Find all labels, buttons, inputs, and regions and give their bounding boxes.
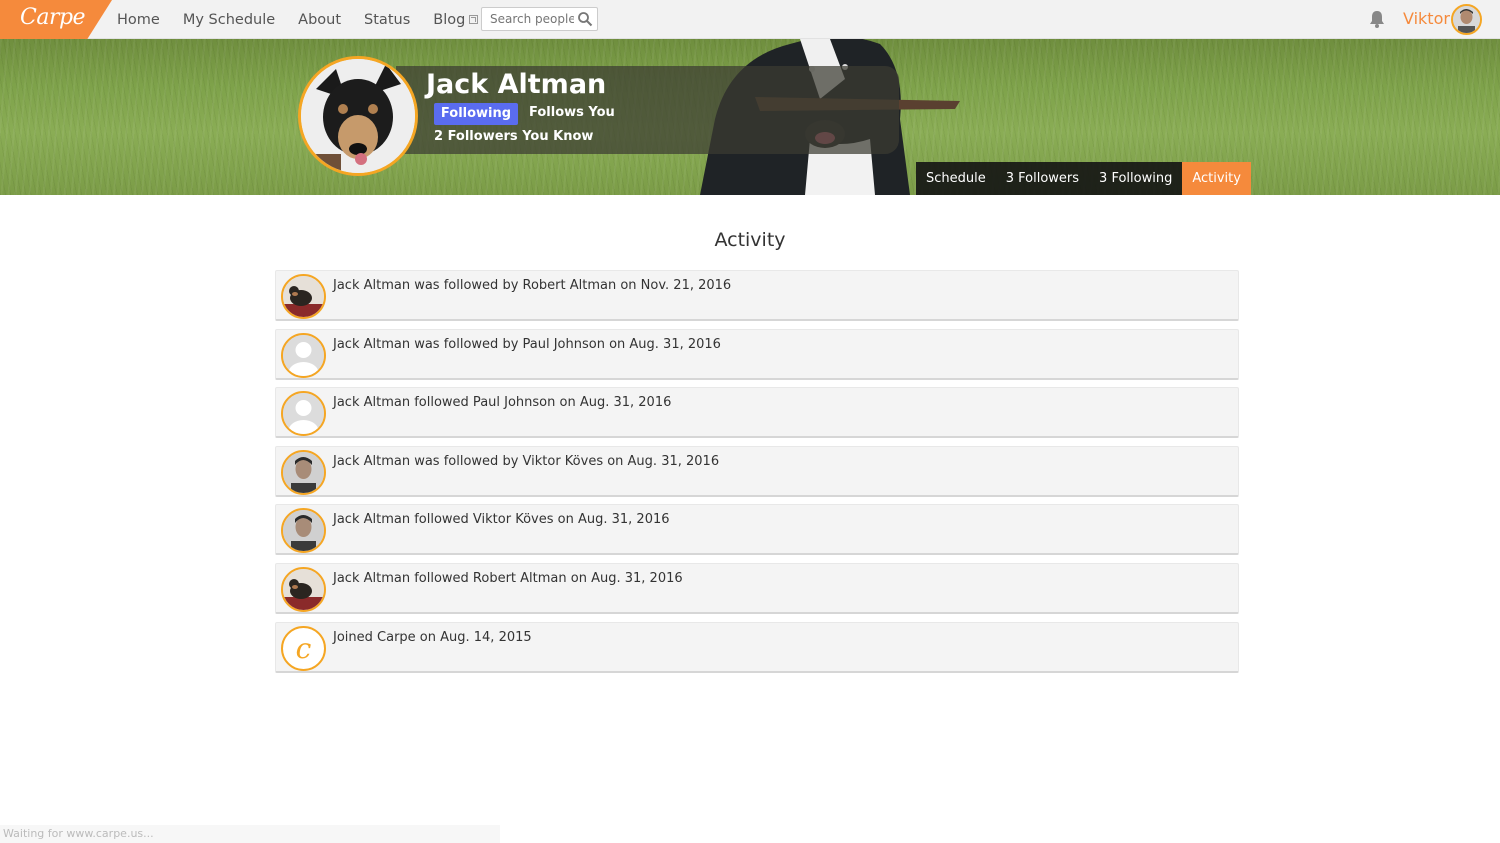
person-avatar[interactable] [281,508,326,554]
activity-item: Jack Altman followed Viktor Köves on Aug… [275,504,1239,556]
carpe-logo[interactable]: Carpe [0,0,112,39]
activity-text: Jack Altman was followed by Paul Johnson… [333,336,721,352]
top-nav-bar: Carpe Home My Schedule About Status Blog… [0,0,1500,39]
activity-text: Joined Carpe on Aug. 14, 2015 [333,629,532,645]
svg-text:c: c [296,632,312,665]
tab-activity[interactable]: Activity [1182,162,1251,195]
activity-item: Jack Altman followed Paul Johnson on Aug… [275,387,1239,439]
following-button[interactable]: Following [434,103,518,125]
person-avatar[interactable] [281,449,326,495]
nav-my-schedule[interactable]: My Schedule [183,12,275,28]
nav-about[interactable]: About [298,12,341,28]
notification-bell-icon[interactable] [1367,9,1387,29]
tab-schedule[interactable]: Schedule [916,162,996,195]
profile-banner: Jack Altman Following Follows You 2 Foll… [0,39,1500,195]
external-link-icon [469,15,479,24]
activity-item: Jack Altman followed Robert Altman on Au… [275,562,1239,614]
activity-text: Jack Altman was followed by Viktor Köves… [333,453,720,469]
activity-text: Jack Altman followed Viktor Köves on Aug… [333,512,670,528]
default-user-avatar[interactable] [281,332,326,378]
nav-blog[interactable]: Blog [433,11,479,28]
browser-status-bar: Waiting for www.carpe.us... [0,825,500,843]
activity-item: Jack Altman was followed by Viktor Köves… [275,445,1239,497]
activity-text: Jack Altman was followed by Robert Altma… [333,278,732,293]
carpe-logo-avatar: c [281,625,326,671]
activity-item: Jack Altman was followed by Paul Johnson… [275,328,1239,380]
follows-you-label: Follows You [529,105,615,120]
tab-followers[interactable]: 3 Followers [996,162,1089,195]
activity-text: Jack Altman followed Paul Johnson on Aug… [333,395,672,411]
dog-avatar[interactable] [281,274,326,319]
nav-home[interactable]: Home [117,12,160,28]
activity-item: c Joined Carpe on Aug. 14, 2015 [275,621,1239,673]
profile-tabs: Schedule 3 Followers 3 Following Activit… [916,162,1251,195]
search-box [481,7,598,31]
current-user-avatar[interactable] [1451,4,1482,35]
current-user-name[interactable]: Viktor [1403,9,1450,28]
tab-following[interactable]: 3 Following [1089,162,1182,195]
activity-text: Jack Altman followed Robert Altman on Au… [333,570,683,586]
profile-avatar [298,56,418,176]
activity-item: Jack Altman was followed by Robert Altma… [275,270,1239,321]
default-user-avatar[interactable] [281,391,326,437]
dog-avatar[interactable] [281,566,326,612]
activity-heading: Activity [714,229,786,251]
nav-status[interactable]: Status [364,12,410,28]
activity-list: Jack Altman was followed by Robert Altma… [275,270,1239,680]
followers-you-know-link[interactable]: 2 Followers You Know [434,129,593,144]
search-input[interactable] [482,8,574,30]
nav-blog-label: Blog [433,11,466,28]
main-nav: Home My Schedule About Status Blog [117,0,501,39]
search-icon[interactable] [577,11,593,27]
profile-name: Jack Altman [426,69,607,100]
